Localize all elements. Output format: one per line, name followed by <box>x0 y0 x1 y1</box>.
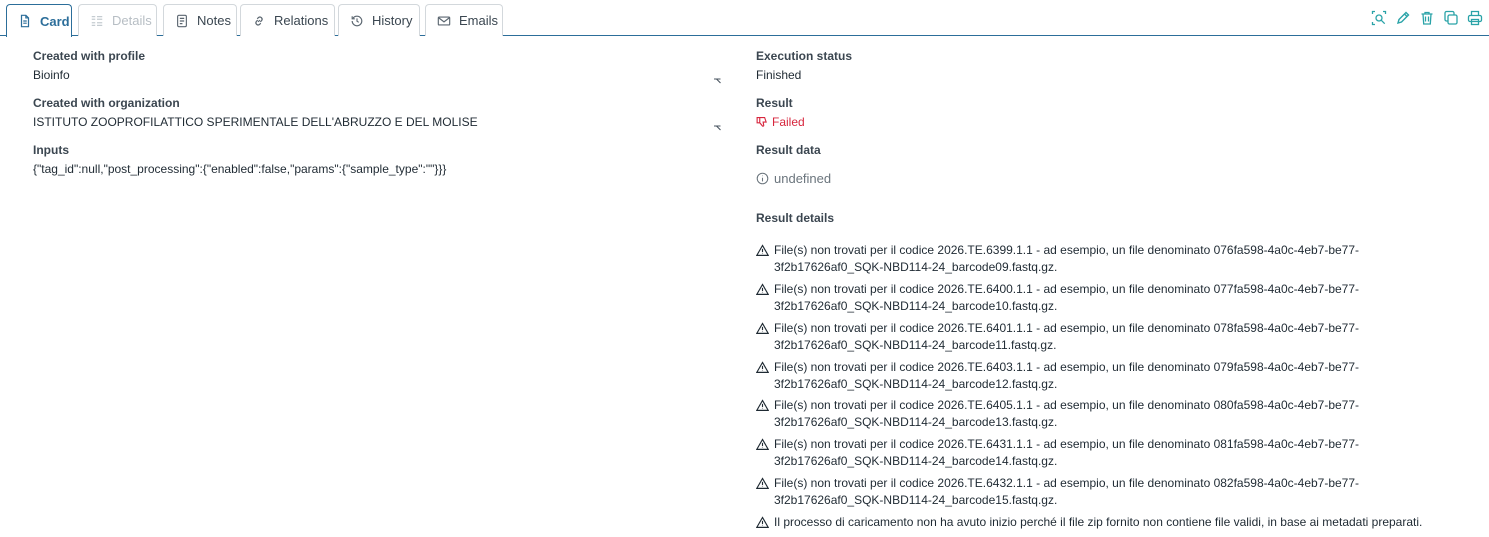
trash-icon[interactable] <box>1419 10 1435 26</box>
result-detail-text: File(s) non trovati per il codice 2026.T… <box>774 282 1360 313</box>
result-detail-text: Il processo di caricamento non ha avuto … <box>774 515 1423 529</box>
tab-details-label: Details <box>112 13 152 28</box>
result-detail-item: File(s) non trovati per il codice 2026.T… <box>756 359 1456 393</box>
result-label: Result <box>756 96 793 110</box>
open-link-icon[interactable] <box>712 75 724 87</box>
link-icon <box>255 15 263 26</box>
result-detail-item: Il processo di caricamento non ha avuto … <box>756 514 1456 531</box>
warning-icon <box>756 361 769 373</box>
tab-bar: Card Details Notes Relations History Ema… <box>0 0 1489 37</box>
copy-icon[interactable] <box>1443 10 1459 26</box>
tab-emails[interactable]: Emails <box>425 4 503 36</box>
result-detail-item: File(s) non trovati per il codice 2026.T… <box>756 281 1456 315</box>
result-data-label: Result data <box>756 143 821 157</box>
result-detail-item: File(s) non trovati per il codice 2026.T… <box>756 242 1456 276</box>
history-icon <box>351 15 363 26</box>
tab-notes[interactable]: Notes <box>163 4 237 36</box>
profile-label: Created with profile <box>33 49 146 63</box>
warning-icon <box>756 438 769 450</box>
print-icon[interactable] <box>1467 10 1483 26</box>
result-detail-text: File(s) non trovati per il codice 2026.T… <box>774 321 1360 352</box>
warning-icon <box>756 516 769 528</box>
tab-history[interactable]: History <box>338 4 420 36</box>
tab-notes-label: Notes <box>197 13 231 28</box>
execution-status-label: Execution status <box>756 49 853 63</box>
tab-card[interactable]: Card <box>6 4 72 37</box>
warning-icon <box>756 283 769 295</box>
result-detail-text: File(s) non trovati per il codice 2026.T… <box>774 360 1360 391</box>
result-detail-item: File(s) non trovati per il codice 2026.T… <box>756 475 1456 509</box>
search-document-icon[interactable] <box>1371 10 1387 26</box>
result-detail-item: File(s) non trovati per il codice 2026.T… <box>756 436 1456 470</box>
result-detail-text: File(s) non trovati per il codice 2026.T… <box>774 476 1360 507</box>
document-icon <box>20 14 30 28</box>
tab-relations-label: Relations <box>274 13 329 28</box>
result-detail-text: File(s) non trovati per il codice 2026.T… <box>774 243 1360 274</box>
result-data-value-text: undefined <box>774 171 832 186</box>
execution-status-value: Finished <box>756 68 802 82</box>
tab-relations[interactable]: Relations <box>240 4 335 36</box>
result-detail-item: File(s) non trovati per il codice 2026.T… <box>756 320 1456 354</box>
result-detail-item: File(s) non trovati per il codice 2026.T… <box>756 397 1456 431</box>
tab-details: Details <box>78 4 157 36</box>
tab-emails-label: Emails <box>459 13 499 28</box>
profile-value: Bioinfo <box>33 68 70 82</box>
mail-icon <box>437 15 451 26</box>
result-value-text: Failed <box>772 115 805 129</box>
thumbs-down-icon <box>756 116 767 127</box>
warning-icon <box>756 244 769 256</box>
result-data-value: undefined <box>756 171 831 186</box>
result-details-label: Result details <box>756 211 835 225</box>
inputs-label: Inputs <box>33 143 69 157</box>
result-value: Failed <box>756 115 805 129</box>
tab-history-label: History <box>372 13 413 28</box>
warning-icon <box>756 399 769 411</box>
card-toolbar <box>1371 10 1483 26</box>
tab-card-label: Card <box>40 13 70 29</box>
info-icon <box>756 172 769 185</box>
warning-icon <box>756 477 769 489</box>
result-detail-text: File(s) non trovati per il codice 2026.T… <box>774 398 1360 429</box>
result-detail-text: File(s) non trovati per il codice 2026.T… <box>774 437 1360 468</box>
organization-value: ISTITUTO ZOOPROFILATTICO SPERIMENTALE DE… <box>33 115 478 129</box>
organization-label: Created with organization <box>33 96 180 110</box>
list-details-icon <box>91 15 103 26</box>
edit-pencil-icon[interactable] <box>1395 10 1411 26</box>
warning-icon <box>756 322 769 334</box>
open-link-icon[interactable] <box>712 122 724 134</box>
notes-icon <box>177 14 187 27</box>
inputs-value: {"tag_id":null,"post_processing":{"enabl… <box>33 162 447 176</box>
